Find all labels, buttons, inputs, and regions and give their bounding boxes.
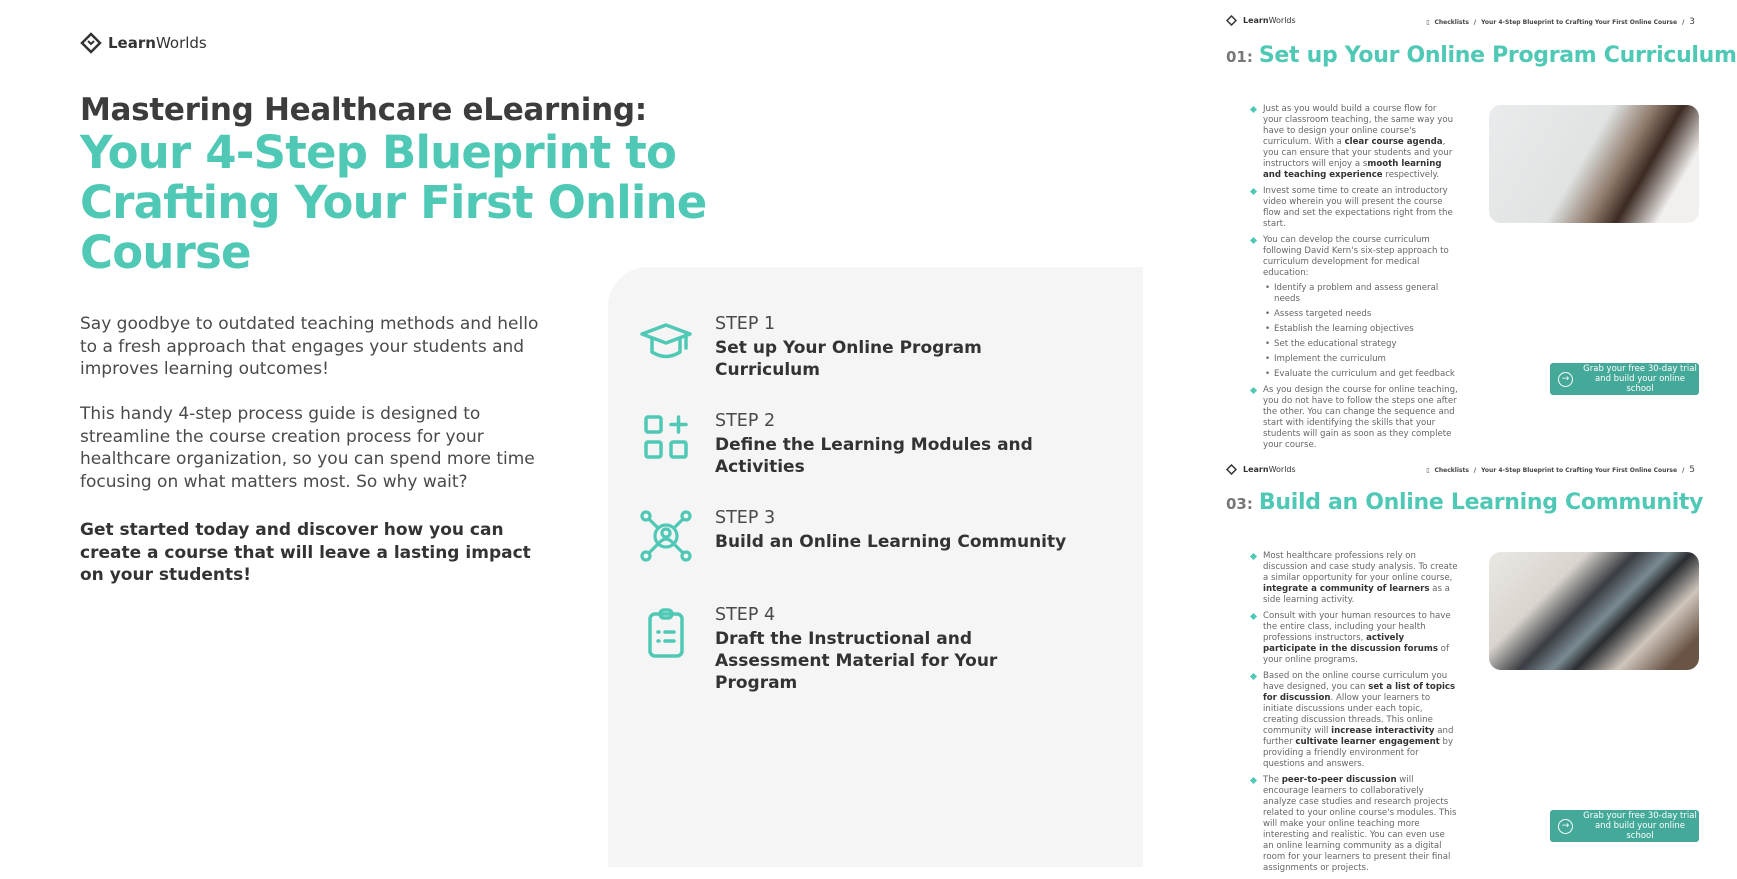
bold-text: cultivate learner engagement	[1295, 737, 1440, 747]
arrow-right-icon: →	[1558, 818, 1573, 834]
bullet-item: Most healthcare professions rely on disc…	[1263, 551, 1458, 606]
sub-list-item: Assess targeted needs	[1263, 309, 1458, 320]
steps-panel: STEP 1 Set up Your Online Program Curric…	[608, 267, 1143, 867]
text: Invest some time to create an introducto…	[1263, 186, 1453, 229]
breadcrumb: ▯ Checklists / Your 4-Step Blueprint to C…	[1426, 465, 1695, 475]
breadcrumb-title: Your 4-Step Blueprint to Crafting Your F…	[1481, 466, 1678, 474]
step-label: STEP 2	[715, 411, 776, 431]
breadcrumb-section[interactable]: Checklists	[1435, 467, 1469, 474]
breadcrumb-title: Your 4-Step Blueprint to Crafting Your F…	[1481, 18, 1678, 26]
bullet-item: As you design the course for online teac…	[1263, 385, 1458, 451]
page-logo: LearnWorlds	[1226, 464, 1296, 475]
bullet-item: Just as you would build a course flow fo…	[1263, 104, 1458, 181]
logo-text: LearnWorlds	[108, 34, 207, 52]
breadcrumb-section[interactable]: Checklists	[1435, 19, 1469, 26]
bullet-item: The peer-to-peer discussion will encoura…	[1263, 775, 1458, 874]
bold-text: peer-to-peer discussion	[1281, 775, 1397, 785]
breadcrumb: ▯ Checklists / Your 4-Step Blueprint to C…	[1426, 17, 1695, 27]
sub-list-item: Establish the learning objectives	[1263, 324, 1458, 335]
cover-subtitle: Your 4-Step Blueprint to Crafting Your F…	[80, 126, 707, 279]
intro-paragraph-2: This handy 4-step process guide is desig…	[80, 404, 535, 493]
step-label: STEP 3	[715, 508, 776, 528]
step-title: Define the Learning Modules and Activiti…	[715, 435, 1033, 477]
text: As you design the course for online teac…	[1263, 385, 1458, 450]
bullet-list: Just as you would build a course flow fo…	[1263, 104, 1458, 456]
intro-cta-paragraph: Get started today and discover how you c…	[80, 520, 531, 586]
preview-page-3: LearnWorlds ▯ Checklists / Your 4-Step Bl…	[1210, 0, 1737, 450]
text: You can develop the course curriculum fo…	[1263, 235, 1449, 278]
bullet-item: Based on the online course curriculum yo…	[1263, 671, 1458, 770]
modules-grid-icon	[644, 415, 688, 459]
community-network-icon	[640, 510, 692, 562]
page-number: 5	[1689, 465, 1695, 475]
doctor-photo	[1489, 105, 1699, 223]
graduation-cap-icon	[640, 323, 692, 359]
text: The	[1263, 775, 1282, 785]
page-heading: 03: Build an Online Learning Community	[1226, 490, 1704, 515]
sub-list: Identify a problem and assess general ne…	[1263, 283, 1458, 380]
step-title: Draft the Instructional and Assessment M…	[715, 629, 998, 693]
free-trial-button[interactable]: → Grab your free 30-day trial and build …	[1550, 363, 1699, 395]
intro-paragraph-1: Say goodbye to outdated teaching methods…	[80, 314, 539, 380]
logo-icon	[1226, 15, 1237, 26]
bullet-item: You can develop the course curriculum fo…	[1263, 235, 1458, 380]
page-heading: 01: Set up Your Online Program Curriculu…	[1226, 43, 1737, 68]
text: will encourage learners to collaborative…	[1263, 775, 1457, 873]
page-number: 3	[1689, 17, 1695, 27]
preview-page-5: LearnWorlds ▯ Checklists / Your 4-Step Bl…	[1210, 450, 1737, 873]
bold-text: integrate a community of learners	[1263, 584, 1430, 594]
logo-icon	[80, 32, 102, 54]
clipboard-icon: ▯	[1426, 466, 1430, 474]
bullet-item: Invest some time to create an introducto…	[1263, 186, 1458, 230]
logo-icon	[1226, 464, 1237, 475]
sub-list-item: Set the educational strategy	[1263, 339, 1458, 350]
step-label: STEP 1	[715, 314, 776, 334]
learnworlds-logo: LearnWorlds	[80, 32, 207, 54]
step-title: Build an Online Learning Community	[715, 532, 1067, 552]
step-label: STEP 4	[715, 605, 776, 625]
bullet-item: Consult with your human resources to hav…	[1263, 611, 1458, 666]
page-logo: LearnWorlds	[1226, 15, 1296, 26]
sub-list-item: Identify a problem and assess general ne…	[1263, 283, 1458, 305]
arrow-right-icon: →	[1558, 371, 1573, 387]
sub-list-item: Evaluate the curriculum and get feedback	[1263, 369, 1458, 380]
clipboard-icon	[648, 608, 684, 658]
bold-text: increase interactivity	[1331, 726, 1435, 736]
text: Most healthcare professions rely on disc…	[1263, 551, 1458, 583]
sub-list-item: Implement the curriculum	[1263, 354, 1458, 365]
bullet-list: Most healthcare professions rely on disc…	[1263, 551, 1458, 879]
text: Consult with your human resources to hav…	[1263, 611, 1451, 643]
step-title: Set up Your Online Program Curriculum	[715, 338, 982, 380]
clipboard-icon: ▯	[1426, 18, 1430, 26]
video-call-photo	[1489, 552, 1699, 670]
cover-title: Mastering Healthcare eLearning:	[80, 92, 647, 128]
free-trial-button[interactable]: → Grab your free 30-day trial and build …	[1550, 810, 1699, 842]
text: respectively.	[1382, 170, 1440, 180]
bold-text: clear course agenda	[1344, 137, 1443, 147]
